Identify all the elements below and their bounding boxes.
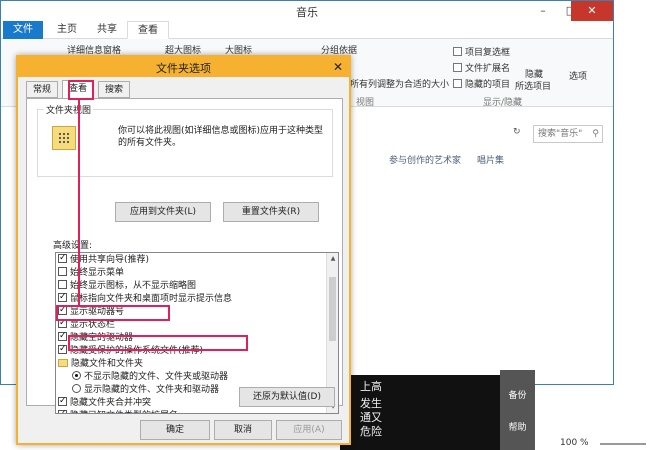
setting-label: 显示状态栏 [70, 320, 116, 330]
column-album[interactable]: 唱片集 [477, 153, 504, 166]
setting-row[interactable]: 隐藏文件夹合并冲突 [58, 395, 152, 410]
checkbox-icon[interactable] [453, 63, 462, 72]
setting-label: 始终显示图标，从不显示缩略图 [70, 281, 197, 291]
tab-home[interactable]: 主页 [47, 21, 87, 39]
minimize-icon[interactable]: – [529, 1, 557, 21]
highlight-hidden-files-folder [56, 305, 170, 321]
checkbox[interactable] [58, 267, 67, 276]
zoom-bar: 100 % [350, 438, 650, 450]
setting-label: 显示隐藏的文件、文件夹和驱动器 [84, 385, 220, 395]
dark-line: 危险 [360, 425, 382, 438]
setting-label: 鼠标指向文件夹和桌面项时显示提示信息 [70, 294, 233, 304]
checkbox[interactable] [58, 395, 67, 408]
view-tab-page: 文件夹视图 你可以将此视图(如详细信息或图标)应用于这种类型的所有文件夹。 应用… [26, 98, 343, 414]
highlight-view-tab [68, 80, 94, 100]
fit-columns-button[interactable]: 将所有列调整为合适的大小 [341, 77, 449, 90]
apply-to-folders-button[interactable]: 应用到文件夹(L) [115, 202, 211, 222]
checkbox[interactable] [58, 408, 67, 413]
hidden-items-option[interactable]: 隐藏的项目 [453, 77, 510, 90]
setting-label: 隐藏文件和文件夹 [71, 359, 144, 369]
setting-label: 不显示隐藏的文件、文件夹或驱动器 [84, 372, 229, 382]
tab-view[interactable]: 查看 [127, 21, 169, 39]
folder-icon [52, 126, 76, 150]
radio-button[interactable] [72, 371, 81, 380]
setting-label: 隐藏文件夹合并冲突 [70, 398, 152, 408]
explorer-titlebar: 音乐 – □ ✕ [1, 1, 613, 21]
dialog-close-icon[interactable]: ✕ [331, 60, 345, 74]
dark-line: 上高 [360, 380, 382, 393]
folder-options-dialog: 文件夹选项 ✕ 常规 查看 搜索 文件夹视图 你可以将此视图(如详细信息或图标)… [16, 55, 351, 445]
advanced-settings-label: 高级设置: [53, 241, 93, 251]
setting-row[interactable]: 隐藏已知文件类型的扩展名 [58, 408, 178, 413]
tab-file[interactable]: 文件 [3, 21, 43, 39]
tab-general[interactable]: 常规 [26, 81, 59, 98]
zoom-slider[interactable] [600, 443, 646, 445]
checkbox[interactable] [58, 291, 67, 304]
setting-row[interactable]: 不显示隐藏的文件、文件夹或驱动器 [72, 371, 228, 384]
refresh-icon[interactable]: ↻ [513, 127, 521, 137]
close-icon[interactable]: ✕ [571, 1, 613, 21]
search-input[interactable]: 搜索"音乐" ⚲ [533, 125, 603, 143]
explorer-title: 音乐 [296, 6, 318, 19]
scroll-thumb[interactable] [329, 277, 336, 341]
checkbox[interactable] [58, 253, 67, 265]
highlight-connector [78, 100, 80, 305]
hide-selected-label-2[interactable]: 所选项目 [515, 79, 551, 92]
tab-search[interactable]: 搜索 [98, 81, 131, 98]
setting-row[interactable]: 隐藏文件和文件夹 [58, 358, 143, 371]
folder-views-legend: 文件夹视图 [44, 103, 94, 116]
reset-folders-button[interactable]: 重置文件夹(R) [223, 202, 319, 222]
view-group-label: 视图 [356, 98, 375, 108]
dialog-title: 文件夹选项 [156, 62, 211, 75]
backup-label[interactable]: 备份 [500, 388, 535, 401]
folder-views-description: 你可以将此视图(如详细信息或图标)应用于这种类型的所有文件夹。 [118, 126, 324, 148]
setting-row[interactable]: 始终显示菜单 [58, 267, 124, 280]
file-ext-option[interactable]: 文件扩展名 [453, 61, 510, 74]
scroll-up-icon[interactable]: ▲ [327, 253, 338, 265]
ribbon-tabs: 文件 主页 共享 查看 [1, 21, 613, 39]
folder-icon [58, 359, 68, 367]
item-checkbox-option[interactable]: 项目复选框 [453, 45, 510, 58]
checkbox[interactable] [58, 280, 67, 289]
tab-share[interactable]: 共享 [87, 21, 127, 39]
folder-views-group: 文件夹视图 你可以将此视图(如详细信息或图标)应用于这种类型的所有文件夹。 [37, 103, 333, 177]
help-label[interactable]: 帮助 [500, 420, 535, 433]
column-artist[interactable]: 参与创作的艺术家 [389, 153, 461, 166]
setting-label: 隐藏已知文件类型的扩展名 [70, 411, 178, 413]
ok-button[interactable]: 确定 [140, 420, 210, 440]
setting-label: 使用共享向导(推荐) [70, 255, 150, 265]
highlight-show-hidden-option [68, 335, 248, 351]
dialog-titlebar: 文件夹选项 ✕ [18, 57, 349, 77]
apply-button[interactable]: 应用(A) [276, 420, 342, 440]
cancel-button[interactable]: 取消 [214, 420, 272, 440]
setting-row[interactable]: 显示隐藏的文件、文件夹和驱动器 [72, 384, 219, 397]
restore-defaults-button[interactable]: 还原为默认值(D) [239, 387, 335, 407]
setting-row[interactable]: 使用共享向导(推荐) [58, 253, 150, 267]
checkbox[interactable] [58, 330, 67, 343]
checkbox-icon[interactable] [453, 47, 462, 56]
show-hide-group-label: 显示/隐藏 [483, 98, 523, 108]
search-icon: ⚲ [592, 129, 599, 139]
checkbox[interactable] [58, 343, 67, 356]
zoom-level: 100 % [560, 438, 589, 448]
radio-button[interactable] [72, 384, 81, 393]
options-button[interactable]: 选项 [569, 69, 587, 82]
checkbox-icon[interactable] [453, 79, 462, 88]
